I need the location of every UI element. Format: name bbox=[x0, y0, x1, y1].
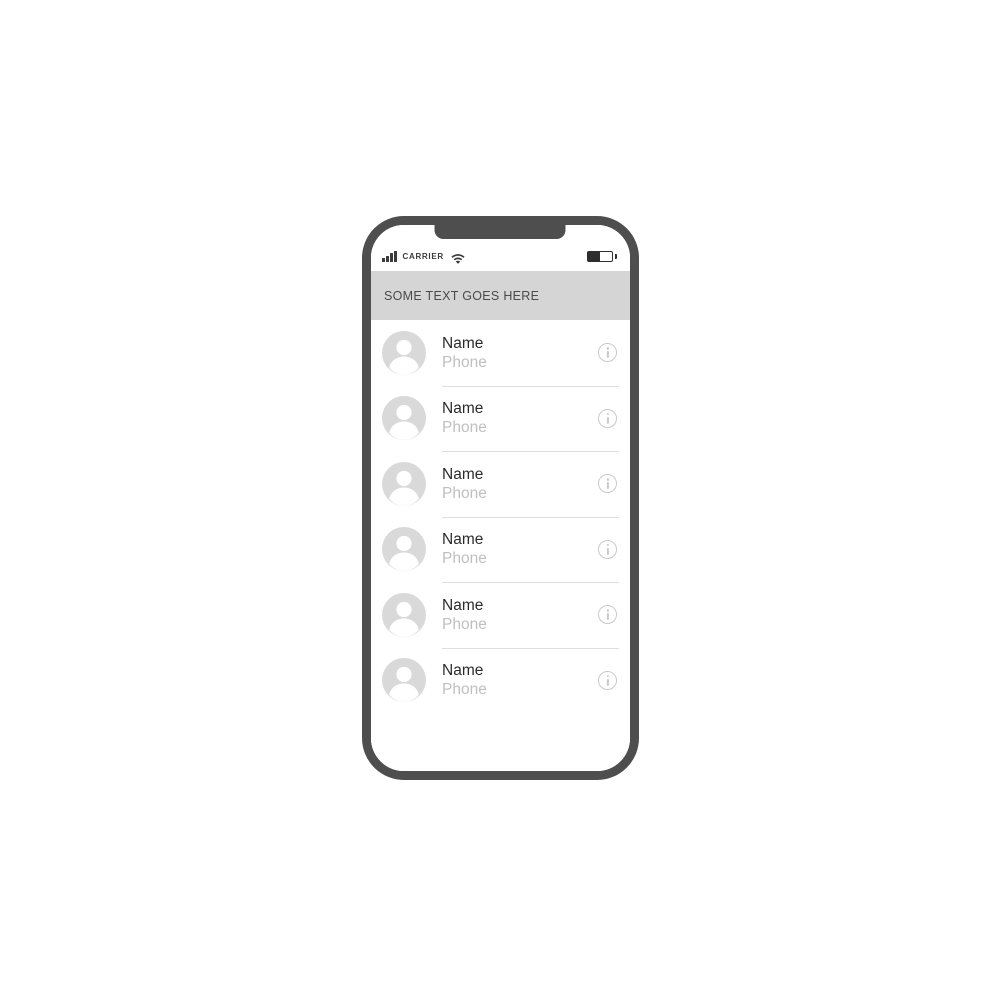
contact-text-group: Name Phone bbox=[442, 596, 590, 634]
info-circle-icon[interactable] bbox=[598, 670, 617, 690]
contact-text-group: Name Phone bbox=[442, 399, 590, 437]
person-placeholder-icon bbox=[382, 527, 426, 572]
contact-name: Name bbox=[442, 400, 484, 418]
list-item[interactable]: Name Phone bbox=[371, 320, 630, 386]
battery-fill-level bbox=[588, 252, 601, 261]
status-bar-right-group bbox=[587, 251, 617, 271]
battery-tip bbox=[614, 254, 617, 259]
contact-phone: Phone bbox=[442, 681, 487, 699]
contact-text-group: Name Phone bbox=[442, 334, 590, 372]
person-placeholder-icon bbox=[382, 592, 426, 637]
info-circle-icon[interactable] bbox=[598, 474, 617, 494]
page-canvas: CARRIER SOME TEXT GOES HERE Name Phone N… bbox=[0, 0, 1000, 1000]
person-placeholder-icon bbox=[382, 330, 426, 375]
carrier-label: CARRIER bbox=[402, 251, 444, 261]
contact-name: Name bbox=[442, 531, 484, 549]
contact-text-group: Name Phone bbox=[442, 465, 590, 503]
device-notch bbox=[434, 216, 566, 239]
status-bar-left-group: CARRIER bbox=[382, 251, 465, 271]
contact-phone: Phone bbox=[442, 419, 487, 437]
contact-phone: Phone bbox=[442, 484, 487, 502]
contact-phone: Phone bbox=[442, 353, 487, 371]
list-item[interactable]: Name Phone bbox=[371, 516, 630, 583]
list-item[interactable]: Name Phone bbox=[371, 582, 630, 648]
info-circle-icon[interactable] bbox=[598, 343, 617, 363]
list-item[interactable]: Name Phone bbox=[371, 647, 630, 714]
phone-screen: CARRIER SOME TEXT GOES HERE Name Phone N… bbox=[371, 225, 630, 771]
info-circle-icon[interactable] bbox=[598, 408, 617, 428]
battery-icon bbox=[587, 251, 617, 262]
contact-name: Name bbox=[442, 596, 484, 614]
contact-name: Name bbox=[442, 334, 484, 352]
wifi-icon bbox=[451, 251, 465, 264]
list-item[interactable]: Name Phone bbox=[371, 451, 630, 517]
list-item[interactable]: Name Phone bbox=[371, 385, 630, 452]
contact-name: Name bbox=[442, 465, 484, 483]
contact-name: Name bbox=[442, 662, 484, 680]
person-placeholder-icon bbox=[382, 396, 426, 441]
contact-list[interactable]: Name Phone Name Phone Name Phone Name Ph… bbox=[371, 320, 630, 771]
signal-bars-icon bbox=[382, 251, 397, 262]
contact-text-group: Name Phone bbox=[442, 661, 590, 699]
phone-device-frame: CARRIER SOME TEXT GOES HERE Name Phone N… bbox=[362, 216, 639, 780]
header-bar: SOME TEXT GOES HERE bbox=[371, 271, 630, 320]
person-placeholder-icon bbox=[382, 658, 426, 703]
info-circle-icon[interactable] bbox=[598, 605, 617, 625]
contact-phone: Phone bbox=[442, 550, 487, 568]
page-title: SOME TEXT GOES HERE bbox=[384, 288, 540, 303]
contact-text-group: Name Phone bbox=[442, 530, 590, 568]
person-placeholder-icon bbox=[382, 461, 426, 506]
contact-phone: Phone bbox=[442, 615, 487, 633]
info-circle-icon[interactable] bbox=[598, 539, 617, 559]
